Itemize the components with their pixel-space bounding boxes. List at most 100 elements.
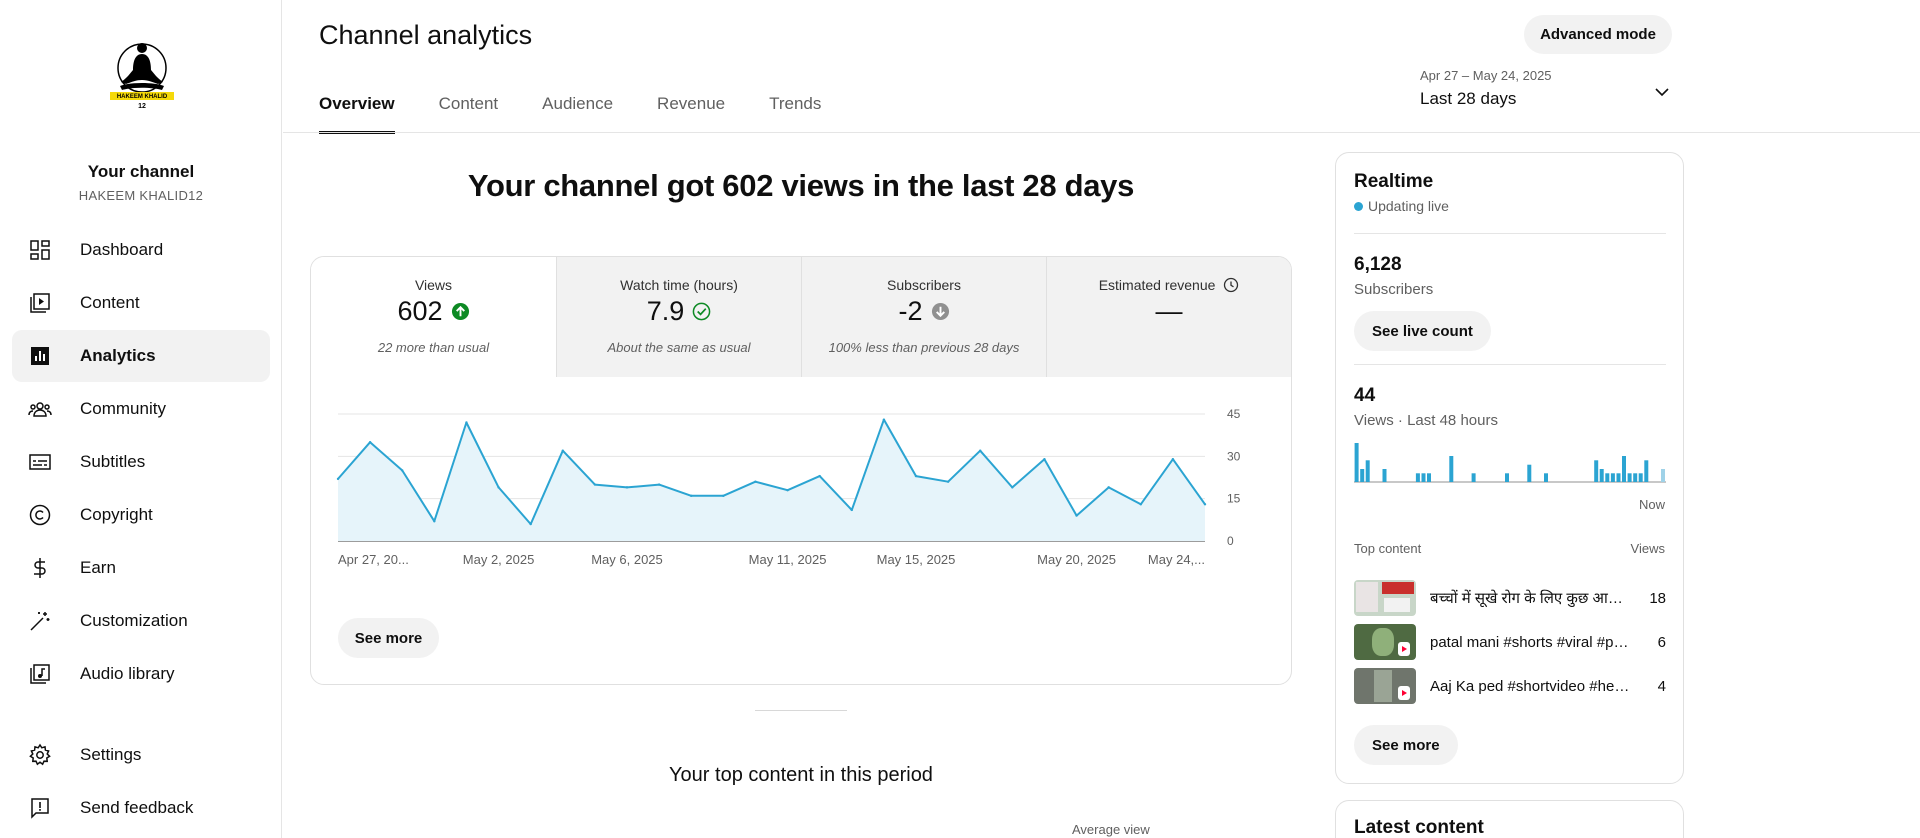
latest-content-title: Latest content: [1354, 817, 1484, 838]
channel-title[interactable]: Your channel: [0, 162, 282, 182]
shorts-icon: [1398, 686, 1410, 700]
area-fill: [338, 419, 1205, 541]
see-more-button[interactable]: See more: [338, 618, 439, 658]
sidebar-item-customization[interactable]: Customization: [12, 595, 270, 647]
data-point: [850, 508, 853, 512]
video-title: patal mani #shorts #viral #patalmani: [1430, 633, 1630, 651]
top-content-title: Your top content in this period: [669, 764, 933, 786]
metric-tabs: Views 602 22 more than usual Watch time …: [311, 257, 1291, 377]
video-thumbnail: [1354, 668, 1416, 704]
realtime-bar: [1594, 460, 1599, 482]
realtime-bar: [1605, 473, 1610, 482]
sidebar-item-label: Settings: [80, 745, 142, 764]
see-more-button[interactable]: See more: [1354, 725, 1458, 765]
sidebar-item-content[interactable]: Content: [12, 277, 270, 329]
data-point: [1139, 503, 1142, 506]
tab-trends[interactable]: Trends: [769, 94, 821, 134]
metric-label: Estimated revenue: [1047, 277, 1291, 293]
advanced-mode-button[interactable]: Advanced mode: [1524, 15, 1672, 54]
metric-views[interactable]: Views 602 22 more than usual: [311, 257, 556, 377]
sidebar-item-label: Audio library: [80, 664, 175, 683]
sidebar-item-community[interactable]: Community: [12, 383, 270, 435]
top-content-item[interactable]: Aaj Ka ped #shortvideo #healthtips 4: [1354, 667, 1666, 705]
metric-subscribers[interactable]: Subscribers -2 100% less than previous 2…: [801, 257, 1046, 377]
sidebar-item-audio-library[interactable]: Audio library: [12, 648, 270, 700]
logo-number: 12: [138, 103, 146, 110]
page-title: Channel analytics: [319, 20, 533, 50]
metric-label: Watch time (hours): [620, 277, 738, 293]
date-range-label: Last 28 days: [1420, 89, 1517, 108]
data-point: [979, 449, 982, 452]
live-status: Updating live: [1354, 198, 1449, 214]
sidebar-item-subtitles[interactable]: Subtitles: [12, 436, 270, 488]
tab-revenue[interactable]: Revenue: [657, 94, 725, 134]
sidebar-item-dashboard[interactable]: Dashboard: [12, 224, 270, 276]
tab-overview[interactable]: Overview: [319, 94, 395, 134]
realtime-bar: [1610, 473, 1615, 482]
channel-avatar[interactable]: HAKEEM KHALID 12: [104, 36, 180, 112]
y-tick-label: 45: [1227, 407, 1241, 421]
realtime-bar-chart[interactable]: [1354, 441, 1666, 485]
metric-note: About the same as usual: [607, 340, 751, 355]
top-content-item[interactable]: बच्चों में सूखे रोग के लिए कुछ आसान उपाय…: [1354, 579, 1666, 617]
analytics-icon: [31, 347, 49, 365]
sidebar-item-earn[interactable]: Earn: [12, 542, 270, 594]
data-point: [1075, 514, 1078, 517]
metric-estimated-revenue[interactable]: Estimated revenue —: [1046, 257, 1291, 377]
realtime-bar: [1505, 473, 1509, 482]
sidebar: HAKEEM KHALID 12 Your channel HAKEEM KHA…: [0, 0, 282, 838]
realtime-bar: [1544, 473, 1548, 482]
data-point: [336, 477, 340, 481]
realtime-bar: [1622, 456, 1626, 482]
data-point: [368, 441, 372, 444]
sidebar-item-label: Customization: [80, 611, 188, 630]
divider: [1354, 364, 1666, 365]
chevron-down-icon: [1655, 88, 1669, 97]
sidebar-item-label: Earn: [80, 558, 116, 577]
sidebar-item-analytics[interactable]: Analytics: [12, 330, 270, 382]
overview-chart-card: Views 602 22 more than usual Watch time …: [310, 256, 1292, 685]
subscribers-count: 6,128: [1354, 254, 1402, 275]
dollar-icon: [34, 558, 46, 578]
average-view-header: Average view: [1072, 822, 1150, 837]
data-point: [529, 522, 532, 526]
now-label: Now: [1638, 497, 1665, 512]
realtime-bar: [1616, 473, 1621, 482]
realtime-views-count: 44: [1354, 385, 1376, 406]
data-point: [497, 486, 500, 489]
metric-note: 22 more than usual: [377, 340, 490, 355]
tab-audience[interactable]: Audience: [542, 94, 613, 134]
realtime-bar: [1415, 473, 1420, 482]
metric-note: 100% less than previous 28 days: [828, 340, 1020, 355]
tab-content[interactable]: Content: [439, 94, 499, 134]
sidebar-item-copyright[interactable]: Copyright: [12, 489, 270, 541]
sidebar-item-settings[interactable]: Settings: [12, 729, 270, 781]
data-point: [593, 483, 597, 486]
views-line-chart[interactable]: 45 30 15 0 Apr 27, 20... May 2, 2025 May 6, 20…: [311, 377, 1292, 577]
realtime-bar: [1360, 469, 1365, 482]
metric-value: 7.9: [646, 296, 685, 326]
see-live-count-button[interactable]: See live count: [1354, 311, 1491, 351]
channel-handle: HAKEEM KHALID12: [78, 188, 204, 203]
top-content-item[interactable]: patal mani #shorts #viral #patalmani 6: [1354, 623, 1666, 661]
metric-watch-time[interactable]: Watch time (hours) 7.9 About the same as…: [556, 257, 801, 377]
views-headline: Your channel got 602 views in the last 2…: [467, 168, 1135, 203]
logo-text: HAKEEM KHALID: [117, 94, 168, 100]
community-icon: [28, 402, 52, 417]
date-range-picker[interactable]: Apr 27 – May 24, 2025 Last 28 days: [1420, 68, 1672, 116]
gear-icon: [29, 743, 51, 766]
data-point: [1107, 486, 1110, 489]
content-icon: [30, 293, 50, 313]
sidebar-item-label: Dashboard: [80, 240, 164, 259]
video-views: 4: [1657, 677, 1666, 695]
y-tick-label: 0: [1227, 534, 1234, 548]
realtime-views-label: Views · Last 48 hours: [1354, 412, 1498, 429]
data-point: [1043, 457, 1046, 461]
sidebar-item-send-feedback[interactable]: Send feedback: [12, 782, 270, 834]
data-point: [722, 494, 725, 498]
clock-icon: [1224, 277, 1239, 293]
y-tick-label: 30: [1227, 449, 1241, 463]
realtime-bar: [1527, 464, 1532, 482]
y-tick-label: 15: [1227, 492, 1241, 506]
x-tick-label: May 2, 2025: [463, 552, 535, 567]
